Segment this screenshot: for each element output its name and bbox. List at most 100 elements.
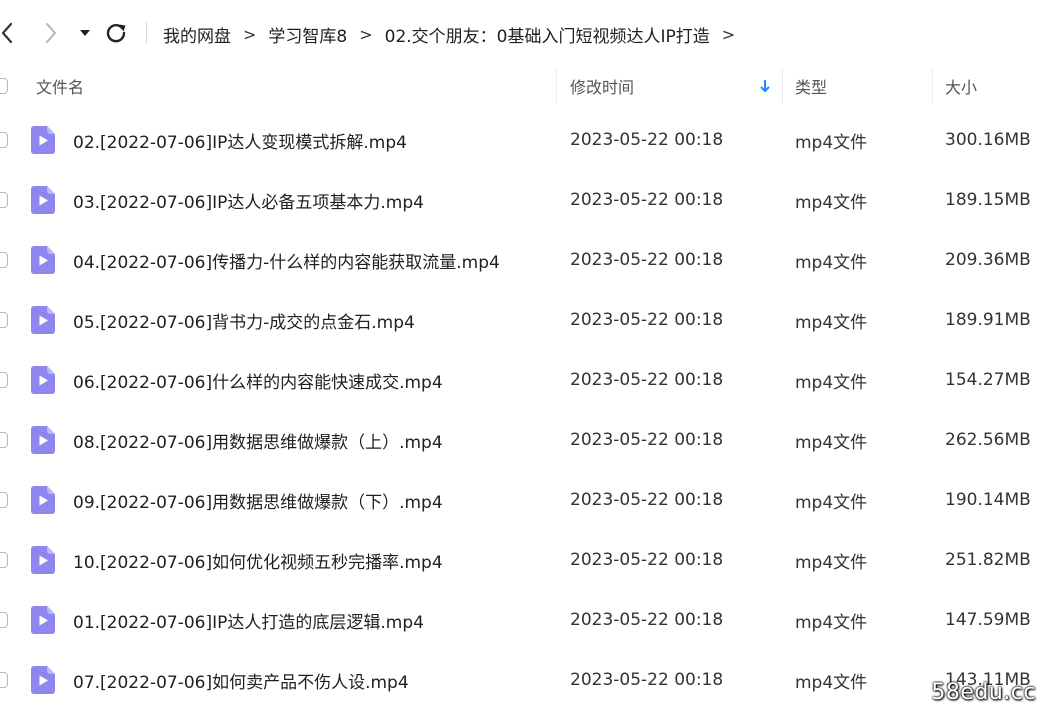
file-size: 209.36MB [945,250,1031,270]
file-modified-time: 2023-05-22 00:18 [570,130,724,150]
history-dropdown-button[interactable] [76,18,94,48]
row-checkbox[interactable] [0,372,8,388]
file-row[interactable]: 09.[2022-07-06]用数据思维做爆款（下）.mp4 2023-05-22… [0,470,1050,530]
breadcrumb-separator: > [243,24,257,44]
nav-bar: 我的网盘 > 学习智库8 > 02.交个朋友：0基础入门短视频达人IP打造 > [0,0,1050,66]
file-type: mp4文件 [795,132,868,153]
back-icon [1,22,13,44]
file-row[interactable]: 10.[2022-07-06]如何优化视频五秒完播率.mp4 2023-05-22… [0,530,1050,590]
breadcrumb-item[interactable]: 02.交个朋友：0基础入门短视频达人IP打造 [385,22,710,47]
breadcrumb-separator: > [721,24,736,44]
file-size: 251.82MB [945,550,1031,570]
sort-down-icon [760,80,770,92]
file-name[interactable]: 04.[2022-07-06]传播力-什么样的内容能获取流量.mp4 [73,230,500,290]
column-divider[interactable] [782,68,783,104]
file-type: mp4文件 [795,432,868,453]
row-checkbox[interactable] [0,612,8,628]
row-checkbox[interactable] [0,492,8,508]
row-checkbox[interactable] [0,192,8,208]
back-button[interactable] [0,18,18,48]
file-name[interactable]: 02.[2022-07-06]IP达人变现模式拆解.mp4 [73,110,407,170]
sort-indicator[interactable] [759,62,771,110]
file-browser: 我的网盘 > 学习智库8 > 02.交个朋友：0基础入门短视频达人IP打造 > … [0,0,1050,713]
file-row[interactable]: 08.[2022-07-06]用数据思维做爆款（上）.mp4 2023-05-22… [0,410,1050,470]
breadcrumb-item[interactable]: 我的网盘 [163,22,231,47]
column-header: 文件名 修改时间 类型 大小 [0,62,1050,110]
video-file-icon [31,426,55,454]
file-list: 02.[2022-07-06]IP达人变现模式拆解.mp4 2023-05-22 … [0,110,1050,710]
file-name[interactable]: 10.[2022-07-06]如何优化视频五秒完播率.mp4 [73,530,443,590]
file-row[interactable]: 03.[2022-07-06]IP达人必备五项基本力.mp4 2023-05-22… [0,170,1050,230]
row-checkbox[interactable] [0,432,8,448]
file-row[interactable]: 04.[2022-07-06]传播力-什么样的内容能获取流量.mp4 2023-0… [0,230,1050,290]
file-row[interactable]: 01.[2022-07-06]IP达人打造的底层逻辑.mp4 2023-05-22… [0,590,1050,650]
file-type: mp4文件 [795,252,868,273]
video-file-icon [31,246,55,274]
file-name[interactable]: 06.[2022-07-06]什么样的内容能快速成交.mp4 [73,350,443,410]
file-type: mp4文件 [795,312,868,333]
file-modified-time: 2023-05-22 00:18 [570,250,724,270]
file-type: mp4文件 [795,552,868,573]
video-file-icon [31,186,55,214]
file-modified-time: 2023-05-22 00:18 [570,370,724,390]
refresh-button[interactable] [104,18,128,48]
file-modified-time: 2023-05-22 00:18 [570,610,724,630]
file-type: mp4文件 [795,672,868,693]
file-row[interactable]: 05.[2022-07-06]背书力-成交的点金石.mp4 2023-05-22 … [0,290,1050,350]
file-type: mp4文件 [795,372,868,393]
select-all-checkbox[interactable] [0,78,8,94]
column-name-header[interactable]: 文件名 [36,62,84,110]
refresh-icon [106,24,126,43]
column-divider[interactable] [932,68,933,104]
video-file-icon [31,606,55,634]
row-checkbox[interactable] [0,252,8,268]
video-file-icon [31,366,55,394]
file-modified-time: 2023-05-22 00:18 [570,670,724,690]
watermark: 58edu.cc [931,680,1036,705]
video-file-icon [31,306,55,334]
column-type-header[interactable]: 类型 [795,62,827,110]
video-file-icon [31,666,55,694]
breadcrumb: 我的网盘 > 学习智库8 > 02.交个朋友：0基础入门短视频达人IP打造 > [163,19,747,49]
video-file-icon [31,546,55,574]
file-type: mp4文件 [795,192,868,213]
row-checkbox[interactable] [0,132,8,148]
file-size: 300.16MB [945,130,1031,150]
file-modified-time: 2023-05-22 00:18 [570,430,724,450]
file-modified-time: 2023-05-22 00:18 [570,550,724,570]
dropdown-icon [80,30,90,36]
file-size: 189.15MB [945,190,1031,210]
file-name[interactable]: 03.[2022-07-06]IP达人必备五项基本力.mp4 [73,170,424,230]
row-checkbox[interactable] [0,312,8,328]
file-size: 262.56MB [945,430,1031,450]
file-modified-time: 2023-05-22 00:18 [570,490,724,510]
file-size: 154.27MB [945,370,1031,390]
file-name[interactable]: 05.[2022-07-06]背书力-成交的点金石.mp4 [73,290,415,350]
file-row[interactable]: 02.[2022-07-06]IP达人变现模式拆解.mp4 2023-05-22 … [0,110,1050,170]
forward-button[interactable] [40,18,62,48]
column-divider[interactable] [556,68,557,104]
file-row[interactable]: 06.[2022-07-06]什么样的内容能快速成交.mp4 2023-05-22… [0,350,1050,410]
breadcrumb-item[interactable]: 学习智库8 [268,22,347,47]
nav-divider [146,22,147,44]
file-name[interactable]: 09.[2022-07-06]用数据思维做爆款（下）.mp4 [73,470,443,530]
file-name[interactable]: 01.[2022-07-06]IP达人打造的底层逻辑.mp4 [73,590,424,650]
file-modified-time: 2023-05-22 00:18 [570,310,724,330]
video-file-icon [31,486,55,514]
breadcrumb-separator: > [359,24,373,44]
file-size: 147.59MB [945,610,1031,630]
file-size: 189.91MB [945,310,1031,330]
file-modified-time: 2023-05-22 00:18 [570,190,724,210]
column-size-header[interactable]: 大小 [945,62,977,110]
row-checkbox[interactable] [0,672,8,688]
file-type: mp4文件 [795,612,868,633]
file-row[interactable]: 07.[2022-07-06]如何卖产品不伤人设.mp4 2023-05-22 0… [0,650,1050,710]
video-file-icon [31,126,55,154]
file-type: mp4文件 [795,492,868,513]
file-size: 190.14MB [945,490,1031,510]
file-name[interactable]: 08.[2022-07-06]用数据思维做爆款（上）.mp4 [73,410,443,470]
row-checkbox[interactable] [0,552,8,568]
column-modified-header[interactable]: 修改时间 [570,62,634,110]
forward-icon [46,23,56,43]
file-name[interactable]: 07.[2022-07-06]如何卖产品不伤人设.mp4 [73,650,409,710]
